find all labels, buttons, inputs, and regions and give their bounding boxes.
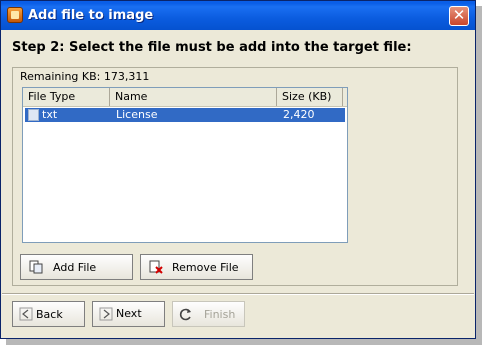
title-bar[interactable]: Add file to image ✕ — [1, 1, 475, 30]
separator — [2, 293, 474, 295]
refresh-icon — [179, 308, 191, 321]
add-file-icon — [29, 260, 43, 274]
remove-file-button[interactable]: Remove File — [140, 254, 253, 280]
column-header-size[interactable]: Size (KB) — [277, 88, 343, 106]
add-file-dialog: Add file to image ✕ Step 2: Select the f… — [0, 0, 476, 339]
step-heading: Step 2: Select the file must be add into… — [12, 40, 412, 55]
column-header-file-type[interactable]: File Type — [23, 88, 110, 106]
finish-button[interactable]: Finish — [172, 301, 245, 327]
back-arrow-icon — [19, 307, 33, 321]
app-icon — [7, 7, 23, 23]
list-header: File Type Name Size (KB) — [23, 88, 347, 107]
remove-file-icon — [149, 260, 163, 274]
remaining-kb-label: Remaining KB: 173,311 — [20, 70, 150, 83]
back-button[interactable]: Back — [12, 301, 85, 327]
remove-file-label: Remove File — [172, 261, 239, 274]
file-size-cell: 2,420 — [283, 108, 315, 121]
next-label: Next — [116, 307, 142, 320]
add-file-label: Add File — [53, 261, 97, 274]
back-label: Back — [36, 308, 63, 321]
list-item[interactable]: txt License 2,420 — [25, 108, 345, 122]
file-name-cell: License — [116, 108, 158, 121]
file-type-cell: txt — [42, 108, 58, 121]
text-file-icon — [28, 109, 39, 121]
close-button[interactable]: ✕ — [449, 6, 469, 26]
window-title: Add file to image — [28, 8, 154, 23]
add-file-button[interactable]: Add File — [20, 254, 133, 280]
next-button[interactable]: Next — [92, 301, 165, 327]
finish-label: Finish — [204, 308, 236, 321]
next-arrow-icon — [99, 307, 113, 321]
file-list[interactable]: File Type Name Size (KB) txt License 2,4… — [22, 87, 348, 243]
column-header-name[interactable]: Name — [110, 88, 277, 106]
